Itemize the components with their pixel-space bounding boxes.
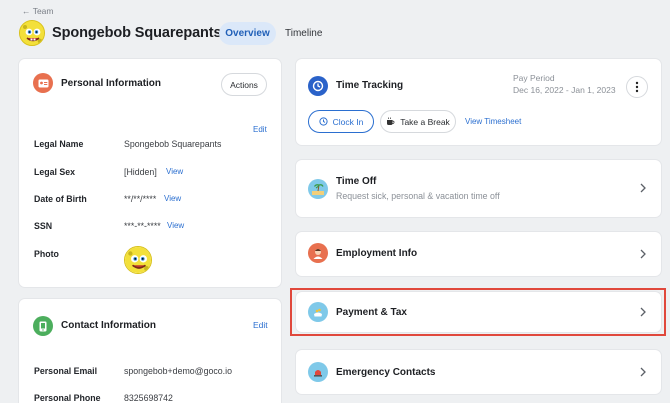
clock-in-button[interactable]: Clock In — [308, 110, 374, 133]
personal-email-value: spongebob+demo@goco.io — [124, 366, 232, 376]
personal-edit-link[interactable]: Edit — [253, 125, 267, 134]
take-a-break-button[interactable]: Take a Break — [380, 110, 456, 133]
pay-period-label: Pay Period — [513, 73, 555, 83]
personal-email-label: Personal Email — [34, 366, 98, 376]
employment-info-title: Employment Info — [336, 248, 418, 259]
profile-photo — [124, 246, 152, 274]
tab-overview[interactable]: Overview — [219, 22, 276, 45]
emergency-contacts-title: Emergency Contacts — [336, 367, 436, 378]
time-off-card[interactable]: Time Off Request sick, personal & vacati… — [296, 160, 661, 217]
ssn-label: SSN — [34, 221, 53, 231]
back-to-team-link[interactable]: ← Team — [22, 6, 54, 16]
time-tracking-title: Time Tracking — [336, 80, 404, 91]
phone-icon — [33, 316, 53, 336]
photo-label: Photo — [34, 249, 59, 259]
personal-phone-value: 8325698742 — [124, 393, 173, 403]
dob-view-link[interactable]: View — [164, 194, 181, 203]
legal-sex-view-link[interactable]: View — [166, 167, 183, 176]
contact-information-title: Contact Information — [61, 320, 156, 331]
legal-name-label: Legal Name — [34, 139, 84, 149]
employee-icon — [308, 243, 328, 263]
dob-label: Date of Birth — [34, 194, 87, 204]
clock-small-icon — [319, 117, 328, 126]
kebab-icon — [635, 81, 639, 93]
legal-sex-value: [Hidden] — [124, 167, 157, 177]
chevron-right-icon — [640, 307, 646, 317]
contact-edit-link[interactable]: Edit — [253, 320, 268, 330]
contact-information-card: Contact Information Edit — [19, 299, 281, 403]
emergency-contacts-card[interactable]: Emergency Contacts — [296, 350, 661, 394]
coffee-icon — [387, 117, 395, 125]
id-card-icon — [33, 73, 53, 93]
time-off-title: Time Off — [336, 176, 377, 187]
take-a-break-label: Take a Break — [400, 116, 450, 127]
avatar — [19, 20, 45, 46]
chevron-right-icon — [640, 249, 646, 259]
pay-period-value: Dec 16, 2022 - Jan 1, 2023 — [513, 85, 616, 95]
actions-button[interactable]: Actions — [221, 73, 267, 96]
personal-information-title: Personal Information — [61, 78, 162, 89]
chevron-right-icon — [640, 367, 646, 377]
dob-value: **/**/**** — [124, 194, 157, 204]
siren-icon — [308, 362, 328, 382]
chevron-right-icon — [640, 183, 646, 193]
more-options-button[interactable] — [626, 76, 648, 98]
view-timesheet-link[interactable]: View Timesheet — [465, 117, 521, 126]
payment-tax-card[interactable]: Payment & Tax — [296, 292, 661, 332]
page-title: Spongebob Squarepants — [52, 25, 222, 41]
clock-icon — [308, 76, 328, 96]
payment-icon — [308, 302, 328, 322]
payment-tax-title: Payment & Tax — [336, 307, 407, 318]
time-tracking-card: Time Tracking Pay Period Dec 16, 2022 - … — [296, 59, 661, 145]
personal-phone-label: Personal Phone — [34, 393, 101, 403]
legal-sex-label: Legal Sex — [34, 167, 76, 177]
tab-timeline[interactable]: Timeline — [285, 28, 322, 39]
time-off-subtitle: Request sick, personal & vacation time o… — [336, 191, 500, 201]
legal-name-value: Spongebob Squarepants — [124, 139, 222, 149]
ssn-view-link[interactable]: View — [167, 221, 184, 230]
ssn-value: ***-**-**** — [124, 221, 161, 231]
beach-icon — [308, 179, 328, 199]
employment-info-card[interactable]: Employment Info — [296, 232, 661, 276]
clock-in-label: Clock In — [332, 116, 364, 127]
